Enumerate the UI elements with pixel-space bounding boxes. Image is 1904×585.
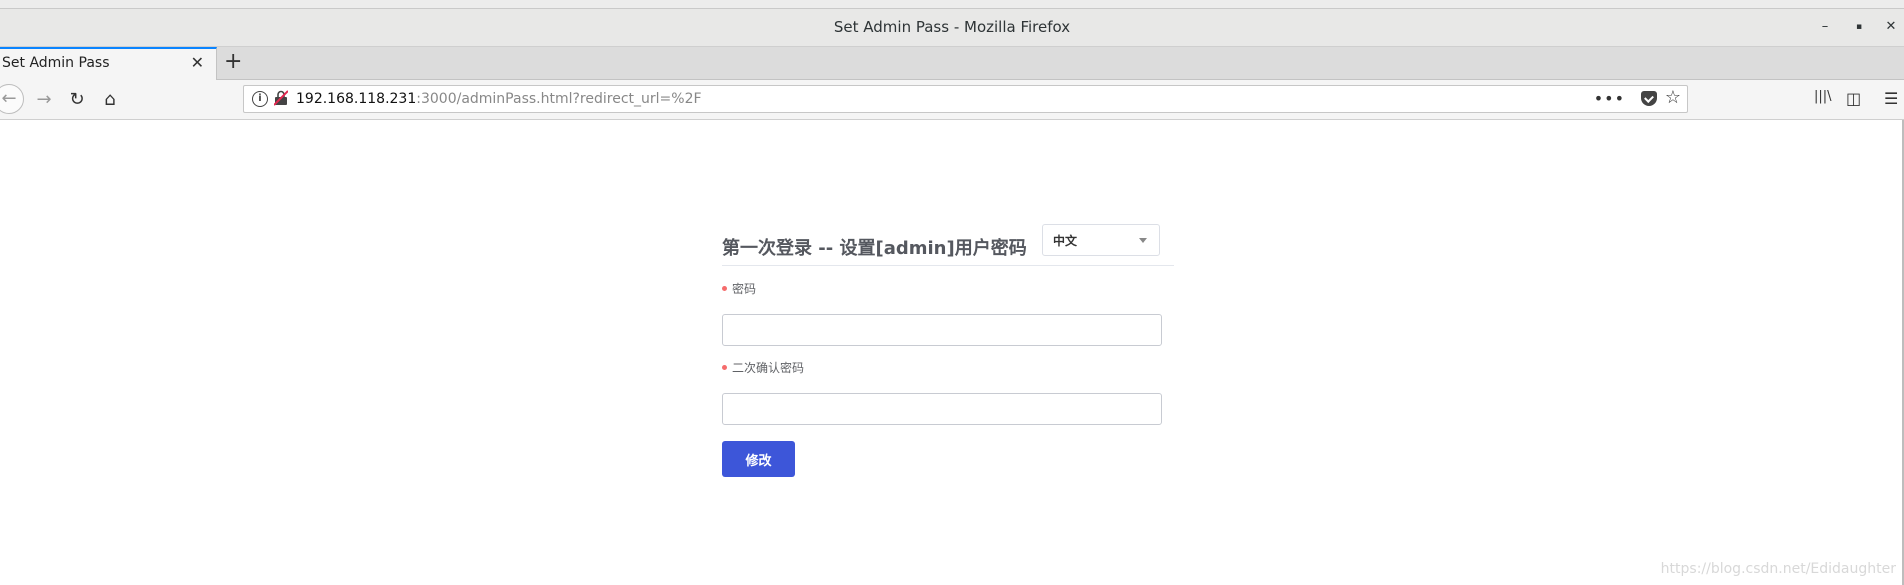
new-tab-button[interactable]: +: [224, 50, 242, 74]
url-text[interactable]: 192.168.118.231:3000/adminPass.html?redi…: [296, 91, 702, 107]
form-title: 第一次登录 -- 设置[admin]用户密码: [722, 238, 1027, 259]
reload-button[interactable]: ↻: [65, 88, 89, 112]
window-title: Set Admin Pass - Mozilla Firefox: [833, 18, 1071, 36]
confirm-password-input[interactable]: [722, 393, 1162, 425]
confirm-password-label: 二次确认密码: [722, 359, 804, 376]
library-icon[interactable]: |||\: [1814, 89, 1832, 104]
window-titlebar: Set Admin Pass - Mozilla Firefox – ▪ ✕: [0, 9, 1904, 47]
watermark-text: https://blog.csdn.net/Edidaughter: [1660, 561, 1896, 577]
insecure-lock-icon[interactable]: [274, 90, 288, 106]
language-select[interactable]: 中文: [1042, 224, 1160, 256]
required-dot: [722, 286, 727, 291]
password-label: 密码: [722, 280, 756, 297]
tab-set-admin-pass[interactable]: Set Admin Pass ✕: [0, 47, 217, 80]
tab-close-icon[interactable]: ✕: [191, 53, 204, 72]
tab-title: Set Admin Pass: [2, 55, 110, 71]
minimize-button[interactable]: –: [1816, 18, 1834, 36]
sidebar-icon[interactable]: ◫: [1846, 89, 1861, 108]
confirm-password-label-text: 二次确认密码: [732, 361, 805, 375]
password-label-text: 密码: [732, 282, 757, 296]
desktop-top-bar: [0, 0, 1904, 9]
tab-strip: Set Admin Pass ✕ +: [0, 47, 1904, 80]
admin-password-form: 第一次登录 -- 设置[admin]用户密码 中文 密码 二次确认密码 修改: [722, 224, 1174, 477]
url-path: :3000/adminPass.html?redirect_url=%2F: [416, 91, 702, 107]
form-header: 第一次登录 -- 设置[admin]用户密码 中文: [722, 224, 1174, 266]
maximize-button[interactable]: ▪: [1850, 18, 1868, 36]
info-icon[interactable]: i: [252, 91, 268, 107]
modify-button[interactable]: 修改: [722, 441, 795, 477]
page-content: 第一次登录 -- 设置[admin]用户密码 中文 密码 二次确认密码 修改 h…: [0, 120, 1904, 585]
password-input[interactable]: [722, 314, 1162, 346]
url-bar[interactable]: i 192.168.118.231:3000/adminPass.html?re…: [243, 85, 1688, 113]
navigation-toolbar: ← → ↻ ⌂ i 192.168.118.231:3000/adminPass…: [0, 80, 1904, 120]
menu-icon[interactable]: ☰: [1884, 89, 1898, 108]
forward-button[interactable]: →: [32, 88, 56, 112]
pocket-icon[interactable]: [1641, 91, 1657, 106]
page-actions-icon[interactable]: •••: [1594, 89, 1625, 108]
language-selected-value: 中文: [1053, 234, 1078, 248]
chevron-down-icon: [1139, 238, 1147, 243]
back-button[interactable]: ←: [0, 84, 24, 114]
required-dot: [722, 365, 727, 370]
bookmark-star-icon[interactable]: ☆: [1665, 87, 1681, 108]
home-button[interactable]: ⌂: [98, 88, 122, 112]
close-window-button[interactable]: ✕: [1882, 18, 1900, 36]
url-host: 192.168.118.231: [296, 91, 417, 107]
